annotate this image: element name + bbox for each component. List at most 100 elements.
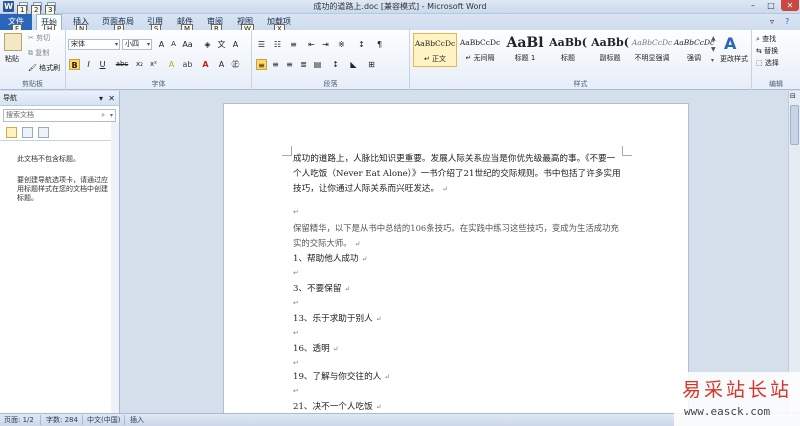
subscript-button[interactable]: x₂	[134, 59, 145, 70]
list-item[interactable]: 16、透明 ↵	[293, 342, 339, 354]
styles-scroll-icon[interactable]: ▲ ▼ ▾	[711, 33, 716, 66]
language-indicator[interactable]: 中文(中国)	[87, 414, 120, 426]
italic-button[interactable]: I	[83, 59, 94, 70]
bold-button[interactable]: B	[69, 59, 80, 70]
style-heading-1[interactable]: AaBl 标题 1	[503, 33, 547, 67]
summary-text: 保留精华，以下是从书中总结的106条技巧。在实践中练习这些技巧，变成为生活成功充…	[293, 223, 619, 248]
margin-corner-tl	[282, 146, 292, 156]
format-painter-button[interactable]: 🖌 格式刷	[28, 63, 60, 73]
change-case-icon[interactable]: Aa	[182, 39, 193, 50]
search-dropdown-icon[interactable]: ▾	[110, 110, 113, 121]
status-divider	[82, 415, 83, 425]
change-styles-button[interactable]: 更改样式	[720, 54, 748, 64]
list-item[interactable]: 21、决不一个人吃饭 ↵	[293, 400, 382, 412]
justify-icon[interactable]: ≣	[298, 59, 309, 70]
enclose-char-icon[interactable]: ㊣	[230, 59, 241, 70]
font-color-icon[interactable]: A	[200, 59, 211, 70]
group-styles: AaBbCcDc ↵ 正文 AaBbCcDc ↵ 无间隔 AaBl 标题 1 A…	[410, 30, 752, 90]
list-item[interactable]: 13、乐于求助于别人 ↵	[293, 312, 382, 324]
decrease-indent-icon[interactable]: ⇤	[306, 39, 317, 50]
nav-close-icon[interactable]: ✕	[108, 91, 115, 106]
browse-results-icon[interactable]	[38, 127, 49, 138]
superscript-button[interactable]: x²	[148, 59, 159, 70]
insert-mode[interactable]: 插入	[130, 414, 144, 426]
phonetic-guide-icon[interactable]: 文	[216, 39, 227, 50]
group-paragraph: ☰ ☷ ≡ ⇤ ⇥ ※ ↕ ¶ ≡ ≡ ≡ ≣ ▤ ↕ ◣ ⊞ 段落	[252, 30, 410, 90]
shrink-font-icon[interactable]: A	[168, 39, 179, 50]
nav-scrollbar[interactable]	[111, 122, 119, 413]
minimize-button[interactable]: –	[744, 0, 762, 11]
multilevel-list-icon[interactable]: ≡	[288, 39, 299, 50]
nav-help-msg: 要创建导航选项卡，请通过应用标题样式在您的文档中创建标题。	[17, 176, 108, 202]
style-preview: AaBbCcDc	[631, 38, 673, 47]
nav-search-input[interactable]: 搜索文档 ⌕ ▾	[3, 109, 116, 122]
text-effects-icon[interactable]: A	[166, 59, 177, 70]
find-button[interactable]: ⌕ 查找	[756, 34, 776, 44]
style-name: ↵ 无间隔	[465, 54, 495, 62]
align-center-icon[interactable]: ≡	[270, 59, 281, 70]
word-count[interactable]: 字数: 284	[46, 414, 78, 426]
nav-options-icon[interactable]: ▾	[99, 91, 103, 106]
strikethrough-button[interactable]: abc	[114, 59, 130, 70]
underline-button[interactable]: U	[97, 59, 108, 70]
paragraph-mark: ↵	[354, 240, 361, 248]
list-item[interactable]: 3、不要保留 ↵	[293, 282, 350, 294]
browse-pages-icon[interactable]	[22, 127, 33, 138]
group-clipboard: 粘贴 ✂ 剪切 ⧉ 复制 🖌 格式刷 剪贴板	[0, 30, 66, 90]
minimize-ribbon-icon[interactable]: ▿	[770, 17, 774, 26]
borders-icon[interactable]: ⊞	[366, 59, 377, 70]
search-icon[interactable]: ⌕	[101, 110, 105, 121]
paste-button[interactable]: 粘贴	[5, 54, 19, 64]
align-right-icon[interactable]: ≡	[284, 59, 295, 70]
line-spacing-icon[interactable]: ↕	[330, 59, 341, 70]
select-button[interactable]: ⬚ 选择	[756, 58, 779, 68]
document-scrollbar[interactable]: ⊟	[788, 91, 800, 413]
char-border-icon[interactable]: A	[230, 39, 241, 50]
document-page[interactable]: 成功的道路上，人脉比知识更重要。发展人际关系应当是你优先级最高的事。《不要一个人…	[223, 103, 689, 413]
style-title[interactable]: AaBb( 标题	[546, 33, 590, 67]
browse-headings-icon[interactable]	[6, 127, 17, 138]
grow-font-icon[interactable]: A	[156, 39, 167, 50]
list-item[interactable]: 19、了解与你交往的人 ↵	[293, 370, 390, 382]
paragraph-summary[interactable]: 保留精华，以下是从书中总结的106条技巧。在实践中练习这些技巧，变成为生活成功充…	[293, 221, 623, 252]
style-preview: AaBbCcDc	[414, 39, 456, 48]
nav-header: 导航 ▾ ✕	[0, 91, 119, 106]
shading-icon[interactable]: ◣	[348, 59, 359, 70]
title-bar: W 1 2 3 成功的道路上.doc [兼容模式] - Microsoft Wo…	[0, 0, 800, 16]
font-size-combo[interactable]: 小四 ▾	[122, 39, 152, 50]
close-button[interactable]: ✕	[781, 0, 799, 11]
margin-corner-tr	[622, 146, 632, 156]
sort-icon[interactable]: ↕	[356, 39, 367, 50]
distributed-icon[interactable]: ▤	[312, 59, 323, 70]
style-normal[interactable]: AaBbCcDc ↵ 正文	[413, 33, 457, 67]
bullets-icon[interactable]: ☰	[256, 39, 267, 50]
clear-format-icon[interactable]: ◈	[202, 39, 213, 50]
change-styles-icon[interactable]: A	[724, 34, 736, 53]
help-icon[interactable]: ?	[785, 17, 789, 26]
paragraph-mark: ↵	[293, 208, 299, 216]
replace-button[interactable]: ⇆ 替换	[756, 46, 778, 56]
page-count[interactable]: 页面: 1/2	[4, 414, 34, 426]
align-left-icon[interactable]: ≡	[256, 59, 267, 70]
cut-button[interactable]: ✂ 剪切	[28, 33, 50, 43]
increase-indent-icon[interactable]: ⇥	[320, 39, 331, 50]
show-marks-icon[interactable]: ¶	[374, 39, 385, 50]
maximize-button[interactable]: □	[762, 0, 780, 11]
chinese-layout-icon[interactable]: ※	[336, 39, 347, 50]
font-name-combo[interactable]: 宋体 ▾	[68, 39, 120, 50]
style-emphasis[interactable]: AaBbCcDc 强调	[672, 33, 716, 67]
style-subtitle[interactable]: AaBb( 副标题	[588, 33, 632, 67]
paragraph-intro[interactable]: 成功的道路上，人脉比知识更重要。发展人际关系应当是你优先级最高的事。《不要一个人…	[293, 152, 623, 197]
list-item[interactable]: 1、帮助他人成功 ↵	[293, 252, 368, 264]
paragraph-mark: ↵	[293, 329, 299, 337]
style-no-spacing[interactable]: AaBbCcDc ↵ 无间隔	[458, 33, 502, 67]
highlight-color-icon[interactable]: ab	[182, 59, 193, 70]
copy-button[interactable]: ⧉ 复制	[28, 48, 49, 58]
paragraph-mark: ↵	[293, 299, 299, 307]
ruler-toggle-icon[interactable]: ⊟	[790, 92, 796, 100]
numbering-icon[interactable]: ☷	[272, 39, 283, 50]
scroll-thumb[interactable]	[790, 105, 799, 145]
paste-icon[interactable]	[4, 33, 22, 51]
style-subtle-emphasis[interactable]: AaBbCcDc 不明显强调	[630, 33, 674, 67]
char-shading-icon[interactable]: A	[216, 59, 227, 70]
